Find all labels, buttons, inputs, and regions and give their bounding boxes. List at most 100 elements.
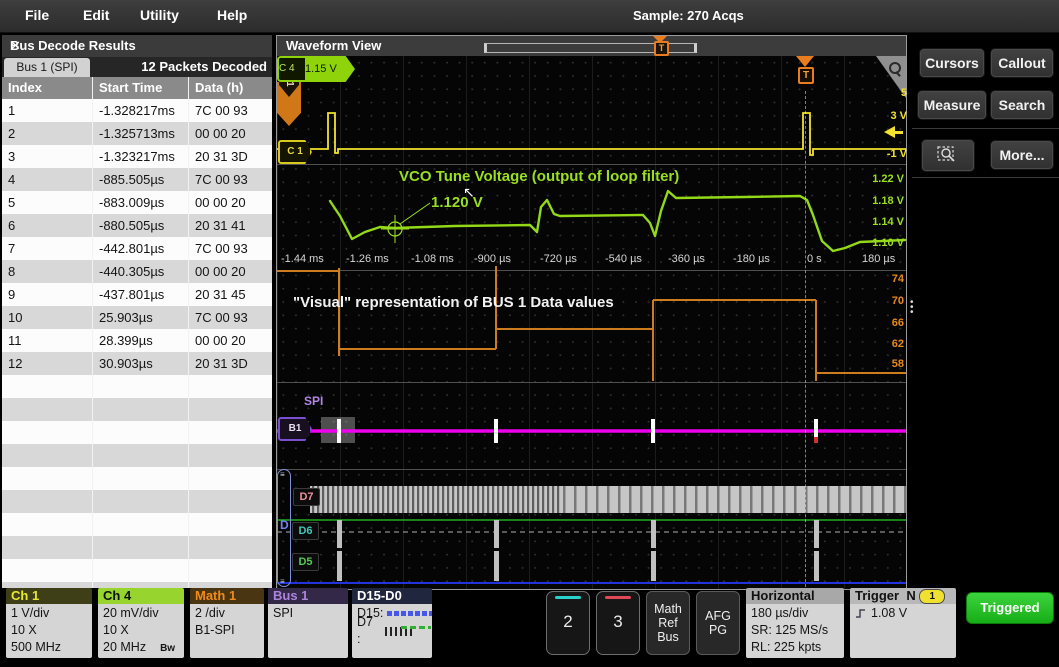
vco-callout-title: VCO Tune Voltage (output of loop filter) — [399, 168, 679, 185]
d5-trace — [337, 551, 342, 581]
divider — [912, 177, 1059, 178]
d5-chip[interactable]: D5 — [292, 553, 319, 571]
table-row[interactable]: 9-437.801µs20 31 45 — [2, 283, 272, 306]
d15-d0-badge[interactable]: D15-D0 D15: D7 : — [352, 588, 432, 658]
time-axis-label: 180 µs — [862, 253, 895, 265]
empty-row — [2, 398, 272, 421]
d15-badge-title: D15-D0 — [352, 588, 432, 604]
horizontal-badge[interactable]: Horizontal 180 µs/divSR: 125 MS/sRL: 225… — [746, 588, 844, 658]
waveform-plot-area[interactable]: T C 1 C 4 1.15 V M 1 B1 SPI D ≡ ≡ D7 D6 — [277, 56, 906, 589]
trigger-slider-marker[interactable]: T — [654, 41, 669, 56]
table-row[interactable]: 8-440.305µs00 00 20 — [2, 260, 272, 283]
ch1-badge-title: Ch 1 — [6, 588, 92, 604]
bus1-badge-bottom[interactable]: Bus 1 SPI — [268, 588, 348, 658]
cursors-button[interactable]: Cursors — [919, 48, 985, 78]
table-row[interactable]: 2-1.325713ms00 00 20 — [2, 122, 272, 145]
bus1-spi-label: SPI — [304, 394, 323, 408]
c1-scale-label: 5 — [863, 87, 907, 99]
channel-3-button[interactable]: 3 — [596, 591, 640, 655]
empty-row — [2, 490, 272, 513]
ch1-badge[interactable]: Ch 1 1 V/div10 X500 MHz — [6, 588, 92, 658]
ch2-color-bar — [555, 596, 581, 599]
c4-scale-label: 1.10 V — [860, 237, 904, 249]
channel-2-button[interactable]: 2 — [546, 591, 590, 655]
menu-edit[interactable]: Edit — [83, 7, 109, 23]
channel-c1-badge[interactable]: C 1 — [278, 140, 312, 164]
menu-help[interactable]: Help — [217, 7, 247, 23]
bus1-badge-title: Bus 1 — [268, 588, 348, 604]
zoom-select-icon — [936, 145, 960, 165]
c1-position-arrow-icon — [884, 126, 904, 138]
math1-badge-bottom[interactable]: Math 1 2 /divB1-SPI — [190, 588, 264, 658]
afg-pg-button[interactable]: AFGPG — [696, 591, 740, 655]
table-row[interactable]: 5-883.009µs00 00 20 — [2, 191, 272, 214]
results-table-body: 1-1.328217ms7C 00 93 2-1.325713ms00 00 2… — [2, 99, 272, 588]
results-panel-header: Bus Decode Results ✕ — [2, 35, 272, 57]
trigger-marker[interactable]: T — [798, 67, 814, 84]
d7-chip[interactable]: D7 — [293, 488, 320, 506]
digital-group-bracket[interactable]: D ≡ ≡ — [277, 469, 291, 587]
triggered-status-button[interactable]: Triggered — [966, 592, 1054, 624]
time-axis-label: -720 µs — [540, 253, 577, 265]
c4-scale-label: 1.18 V — [860, 195, 904, 207]
menu-utility[interactable]: Utility — [140, 7, 179, 23]
tab-bus1-spi[interactable]: Bus 1 (SPI) — [4, 58, 90, 77]
empty-row — [2, 444, 272, 467]
results-table-header: Index Start Time Data (h) — [2, 77, 272, 99]
callout-button[interactable]: Callout — [990, 48, 1054, 78]
results-panel-title: Bus Decode Results — [10, 38, 136, 53]
empty-row — [2, 559, 272, 582]
time-axis-label: -900 µs — [474, 253, 511, 265]
top-menu-bar: File Edit Utility Help Sample: 270 Acqs — [0, 0, 1059, 33]
math1-trace — [277, 266, 906, 381]
drag-grip-icon[interactable]: ≡ — [280, 472, 285, 477]
math-ref-bus-button[interactable]: MathRefBus — [646, 591, 690, 655]
col-data: Data (h) — [188, 77, 272, 99]
table-row[interactable]: 7-442.801µs7C 00 93 — [2, 237, 272, 260]
table-row[interactable]: 1025.903µs7C 00 93 — [2, 306, 272, 329]
bus1-badge[interactable]: B1 — [278, 417, 312, 441]
acquisition-status: Sample: 270 Acqs — [633, 8, 744, 23]
table-row[interactable]: 4-885.505µs7C 00 93 — [2, 168, 272, 191]
bandwidth-limit-icon: Bw — [160, 643, 175, 654]
c4-scale-label: 1.14 V — [860, 216, 904, 228]
oscilloscope-app: File Edit Utility Help Sample: 270 Acqs … — [0, 0, 1059, 667]
empty-row — [2, 467, 272, 490]
close-icon[interactable]: ✕ — [10, 38, 21, 54]
waveform-traces — [277, 56, 906, 589]
table-row[interactable]: 3-1.323217ms20 31 3D — [2, 145, 272, 168]
packets-decoded-status: 12 Packets Decoded — [141, 59, 267, 74]
col-index: Index — [2, 77, 92, 99]
panel-splitter-handle[interactable]: ••• — [910, 300, 913, 315]
math1-badge-title: Math 1 — [190, 588, 264, 604]
magnifier-icon — [889, 62, 901, 74]
d6-chip[interactable]: D6 — [292, 522, 319, 540]
more-button[interactable]: More... — [990, 140, 1054, 170]
table-row[interactable]: 1128.399µs00 00 20 — [2, 329, 272, 352]
empty-row — [2, 513, 272, 536]
waveform-view-panel: Waveform View T — [276, 35, 907, 590]
drag-grip-icon[interactable]: ≡ — [280, 579, 285, 584]
trigger-badge[interactable]: Trigger N 1 1.08 V — [850, 588, 956, 658]
bus-decode-results-panel: Bus Decode Results ✕ Bus 1 (SPI) 12 Pack… — [2, 35, 272, 588]
divider — [912, 128, 1059, 129]
d15-activity-icon — [387, 611, 432, 616]
channel-c4-badge[interactable]: C 4 1.15 V — [277, 56, 355, 82]
empty-row — [2, 375, 272, 398]
ch4-badge[interactable]: Ch 4 20 mV/div10 X 20 MHzBw — [98, 588, 184, 658]
bus-visual-note: "Visual" representation of BUS 1 Data va… — [293, 294, 614, 311]
zoom-select-button[interactable] — [921, 139, 975, 172]
c1-trace — [277, 113, 906, 155]
menu-file[interactable]: File — [25, 7, 49, 23]
math1-scale-label: 74 — [860, 273, 904, 285]
table-row[interactable]: 1230.903µs20 31 3D — [2, 352, 272, 375]
table-row[interactable]: 1-1.328217ms7C 00 93 — [2, 99, 272, 122]
ch3-color-bar — [605, 596, 631, 599]
col-start-time: Start Time — [92, 77, 188, 99]
measure-button[interactable]: Measure — [917, 90, 987, 120]
search-button[interactable]: Search — [990, 90, 1054, 120]
time-axis-label: -1.44 ms — [281, 253, 324, 265]
table-row[interactable]: 6-880.505µs20 31 41 — [2, 214, 272, 237]
c4-label: C 4 — [279, 58, 305, 80]
time-axis-label: -540 µs — [605, 253, 642, 265]
